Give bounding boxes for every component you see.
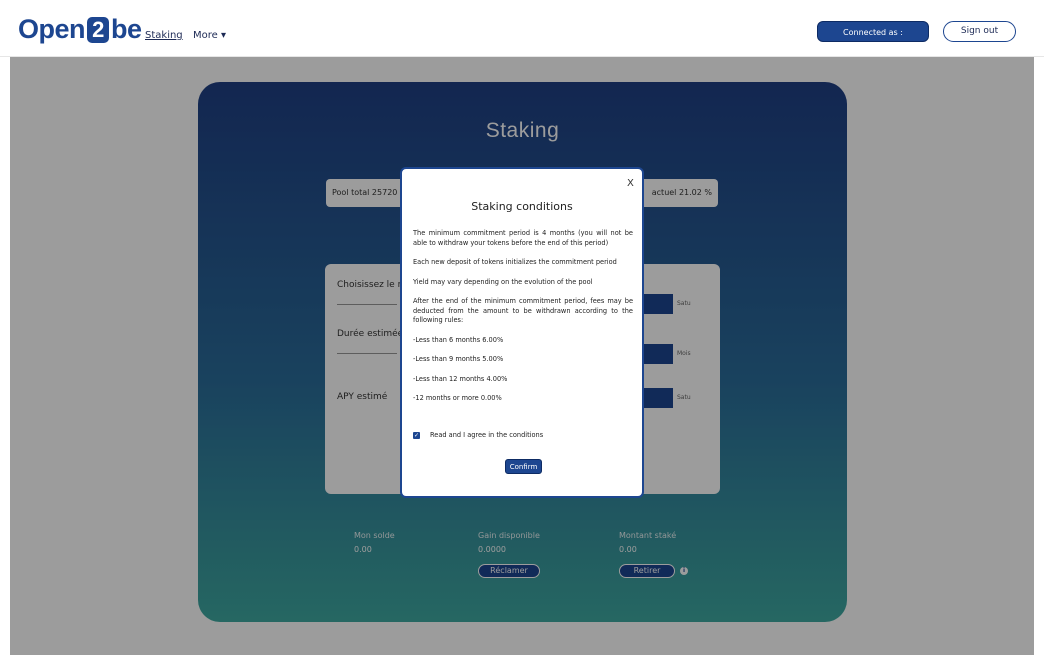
agree-checkbox-label: Read and I agree in the conditions (430, 431, 544, 439)
condition-paragraph: After the end of the minimum commitment … (413, 297, 633, 324)
fee-rule: -Less than 6 months 6.00% (413, 335, 504, 344)
nav-more-dropdown[interactable]: More ▾ (193, 30, 226, 41)
top-navbar: Open 2 be Staking More ▾ Connected as : 0x… (0, 0, 1044, 58)
sign-out-button[interactable]: Sign out (943, 21, 1016, 42)
staking-conditions-modal: X Staking conditions The minimum commitm… (400, 167, 644, 498)
logo-text-open: Open (18, 14, 86, 44)
logo-digit: 2 (87, 16, 110, 43)
open2be-logo[interactable]: Open 2 be (18, 14, 142, 45)
fee-rule: -Less than 12 months 4.00% (413, 374, 508, 383)
nav-staking-link[interactable]: Staking (145, 30, 183, 41)
agree-checkbox-row[interactable]: ✓ Read and I agree in the conditions (413, 431, 543, 439)
fee-rule: -Less than 9 months 5.00% (413, 355, 504, 363)
confirm-button[interactable]: Confirm (505, 459, 542, 474)
connected-wallet-badge[interactable]: Connected as : 0x18881d... (817, 21, 929, 58)
modal-title: Staking conditions (471, 200, 573, 213)
condition-paragraph: Each new deposit of tokens initializes t… (413, 258, 617, 266)
fee-rule: -12 months or more 0.00% (413, 394, 502, 402)
agree-checkbox[interactable]: ✓ (413, 431, 420, 439)
close-icon[interactable]: X (627, 178, 634, 189)
condition-paragraph: The minimum commitment period is 4 month… (413, 229, 633, 247)
logo-text-be: be (111, 14, 142, 44)
modal-conditions-text: The minimum commitment period is 4 month… (413, 229, 633, 414)
condition-paragraph: Yield may vary depending on the evolutio… (413, 277, 593, 286)
